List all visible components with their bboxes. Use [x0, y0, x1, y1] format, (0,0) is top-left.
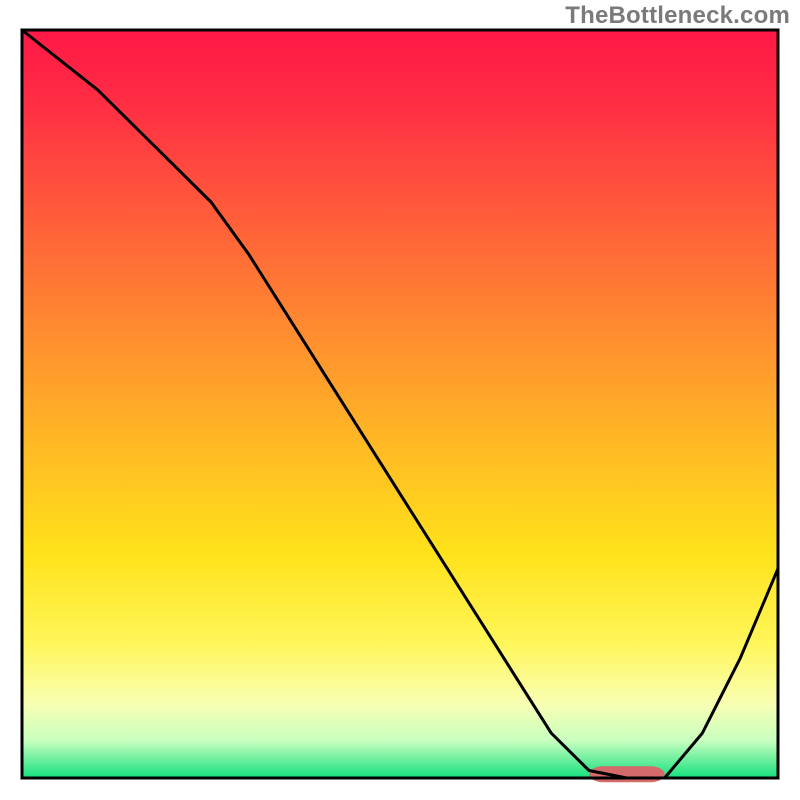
gradient-background: [22, 30, 778, 778]
bottleneck-chart: [0, 0, 800, 800]
chart-stage: TheBottleneck.com: [0, 0, 800, 800]
